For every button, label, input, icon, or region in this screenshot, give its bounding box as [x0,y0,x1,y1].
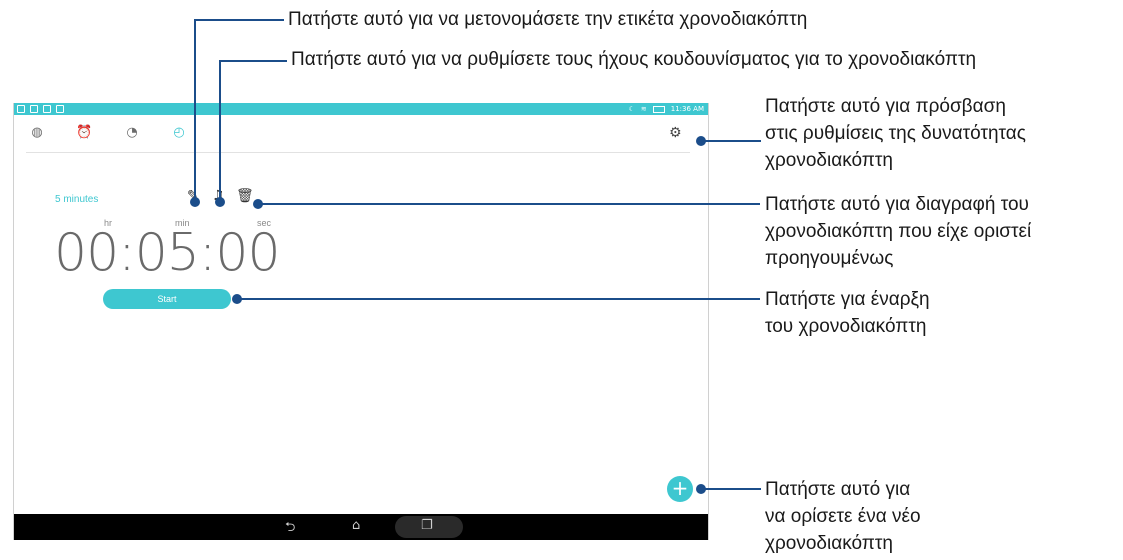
trash-icon[interactable]: 🗑 [236,188,254,204]
callout-dot [190,197,200,207]
callout-delete: Πατήστε αυτό για διαγραφή του χρονοδιακό… [765,194,1032,269]
callout-line [699,140,761,142]
callout-settings: Πατήστε αυτό για πρόσβαση στις ρυθμίσεις… [765,96,1026,171]
callout-line [699,488,761,490]
notification-icon [56,105,64,113]
callout-line [258,203,760,205]
recent-apps-icon[interactable]: ❐ [421,518,433,533]
gear-icon[interactable]: ⚙ [669,125,682,141]
back-icon[interactable]: ⮌ [285,518,295,540]
timer-icon[interactable]: ◴ [171,125,187,141]
callout-rename: Πατήστε αυτό για να μετονομάσετε την ετι… [288,9,808,30]
navigation-bar: ⮌ ⌂ ❐ [14,514,708,540]
callout-dot [232,294,242,304]
tab-divider [26,152,690,153]
battery-icon [652,105,665,113]
callout-line [194,19,284,21]
wifi-icon: ≋ [640,105,647,113]
stopwatch-icon[interactable]: ◔ [124,125,140,141]
status-bar: ☾ ≋ 11:36 AM [14,103,708,115]
status-icons: ☾ ≋ 11:36 AM [629,103,704,115]
clock-tabs: ◍ ⏰ ◔ ◴ ⚙ [14,115,708,153]
moon-icon: ☾ [628,105,635,113]
callout-line [219,60,287,62]
status-time: 11:36 AM [670,105,704,113]
callout-line [236,298,760,300]
callout-ringtone: Πατήστε αυτό για να ρυθμίσετε τους ήχους… [291,49,977,70]
timer-display[interactable]: 00:05:00 [54,223,281,283]
timer-label[interactable]: 5 minutes [55,194,98,205]
callout-dot [253,199,263,209]
callout-dot [696,484,706,494]
notification-icon [43,105,51,113]
notification-icon [17,105,25,113]
device-screen: ☾ ≋ 11:36 AM ◍ ⏰ ◔ ◴ ⚙ 5 minutes ✎ ♫ 🗑 h… [13,103,709,540]
notification-icon [30,105,38,113]
callout-line [219,60,221,202]
callout-dot [696,136,706,146]
notification-icons [17,104,64,114]
globe-icon[interactable]: ◍ [29,125,45,141]
alarm-clock-icon[interactable]: ⏰ [76,125,92,141]
callout-start: Πατήστε για έναρξη του χρονοδιακόπτη [765,289,930,337]
home-icon[interactable]: ⌂ [352,518,360,533]
callout-dot [215,197,225,207]
add-timer-button[interactable]: + [667,476,693,502]
start-button[interactable]: Start [103,289,231,309]
callout-line [194,19,196,202]
callout-add: Πατήστε αυτό για να ορίσετε ένα νέο χρον… [765,479,921,554]
